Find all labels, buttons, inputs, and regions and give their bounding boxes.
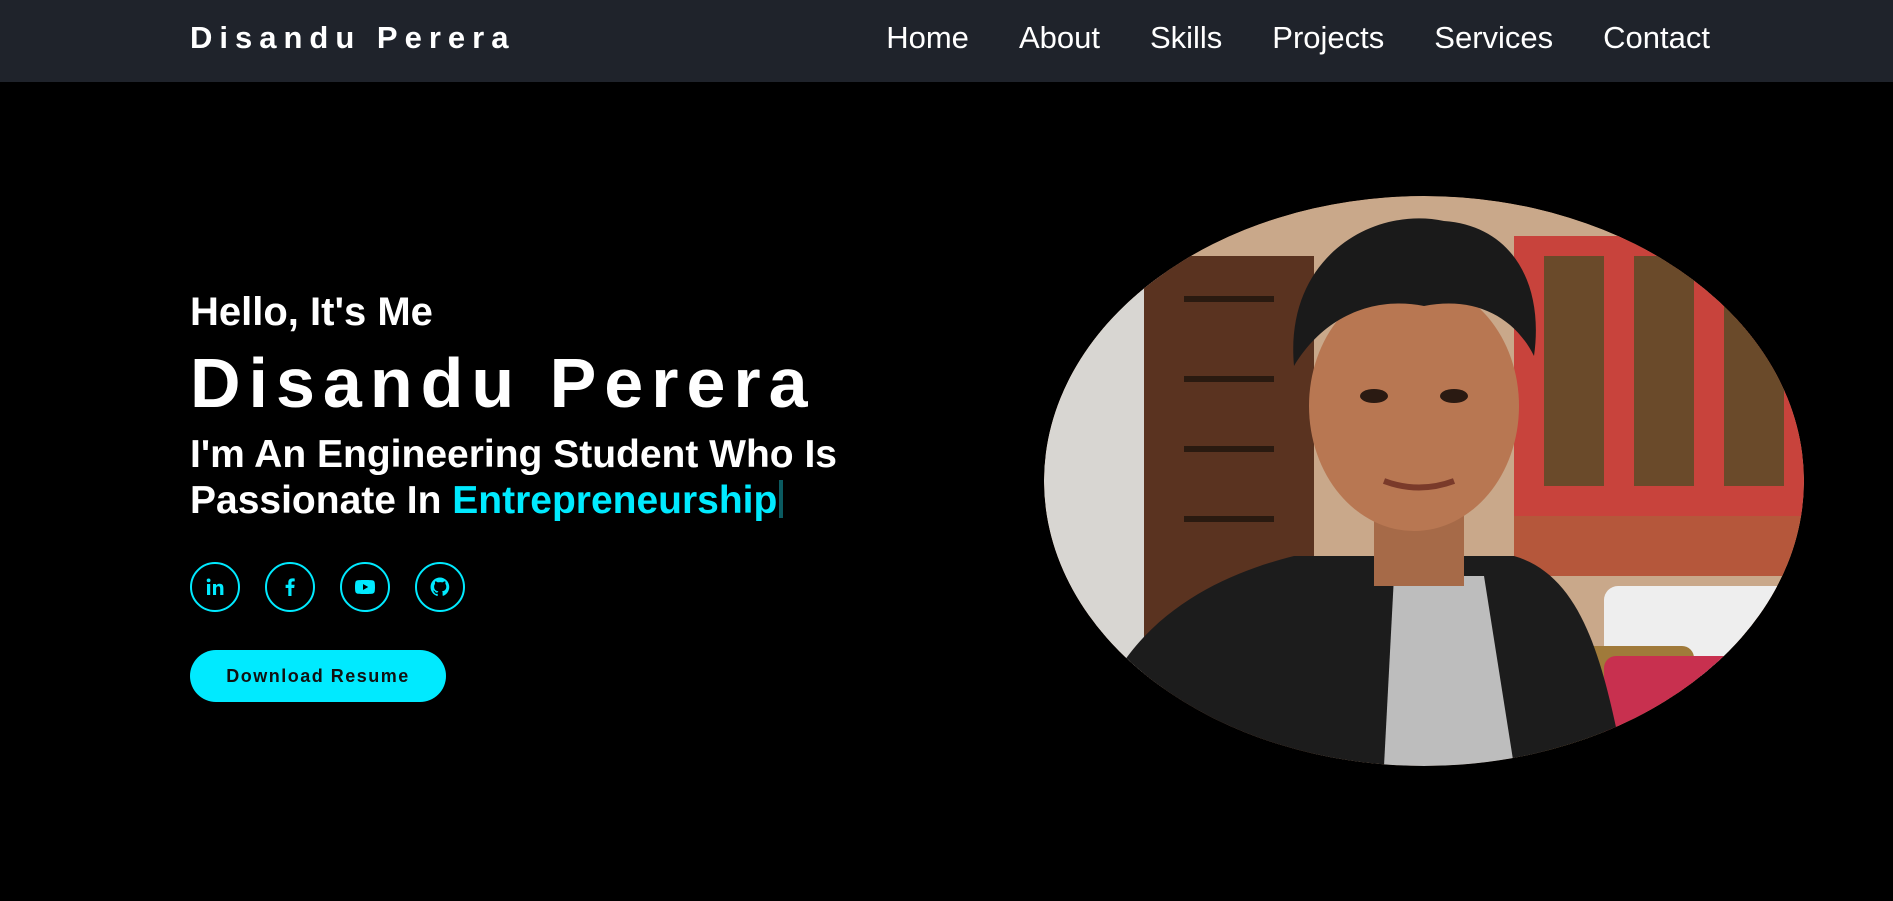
nav-link-skills[interactable]: Skills	[1150, 18, 1222, 58]
linkedin-icon[interactable]	[190, 562, 240, 612]
profile-photo-illustration	[1044, 196, 1804, 766]
github-icon[interactable]	[415, 562, 465, 612]
facebook-icon[interactable]	[265, 562, 315, 612]
nav-menu: Home About Skills Projects Services Cont…	[886, 18, 1710, 58]
download-resume-button[interactable]: Download Resume	[190, 650, 446, 702]
navbar: Disandu Perera Home About Skills Project…	[0, 0, 1893, 82]
brand-logo[interactable]: Disandu Perera	[190, 20, 515, 56]
hero-tagline: I'm An Engineering Student Who Is Passio…	[190, 432, 950, 524]
nav-link-contact[interactable]: Contact	[1603, 18, 1710, 58]
hero-name: Disandu Perera	[190, 344, 816, 422]
typing-cursor	[779, 480, 784, 518]
tagline-highlight: Entrepreneurship	[452, 479, 778, 522]
nav-link-home[interactable]: Home	[886, 18, 969, 58]
hero-section: Hello, It's Me Disandu Perera I'm An Eng…	[190, 288, 950, 702]
profile-photo	[1044, 196, 1804, 766]
social-links	[190, 562, 950, 612]
youtube-icon[interactable]	[340, 562, 390, 612]
nav-link-about[interactable]: About	[1019, 18, 1100, 58]
hero-greeting: Hello, It's Me	[190, 290, 433, 334]
nav-link-projects[interactable]: Projects	[1272, 18, 1384, 58]
nav-link-services[interactable]: Services	[1434, 18, 1553, 58]
